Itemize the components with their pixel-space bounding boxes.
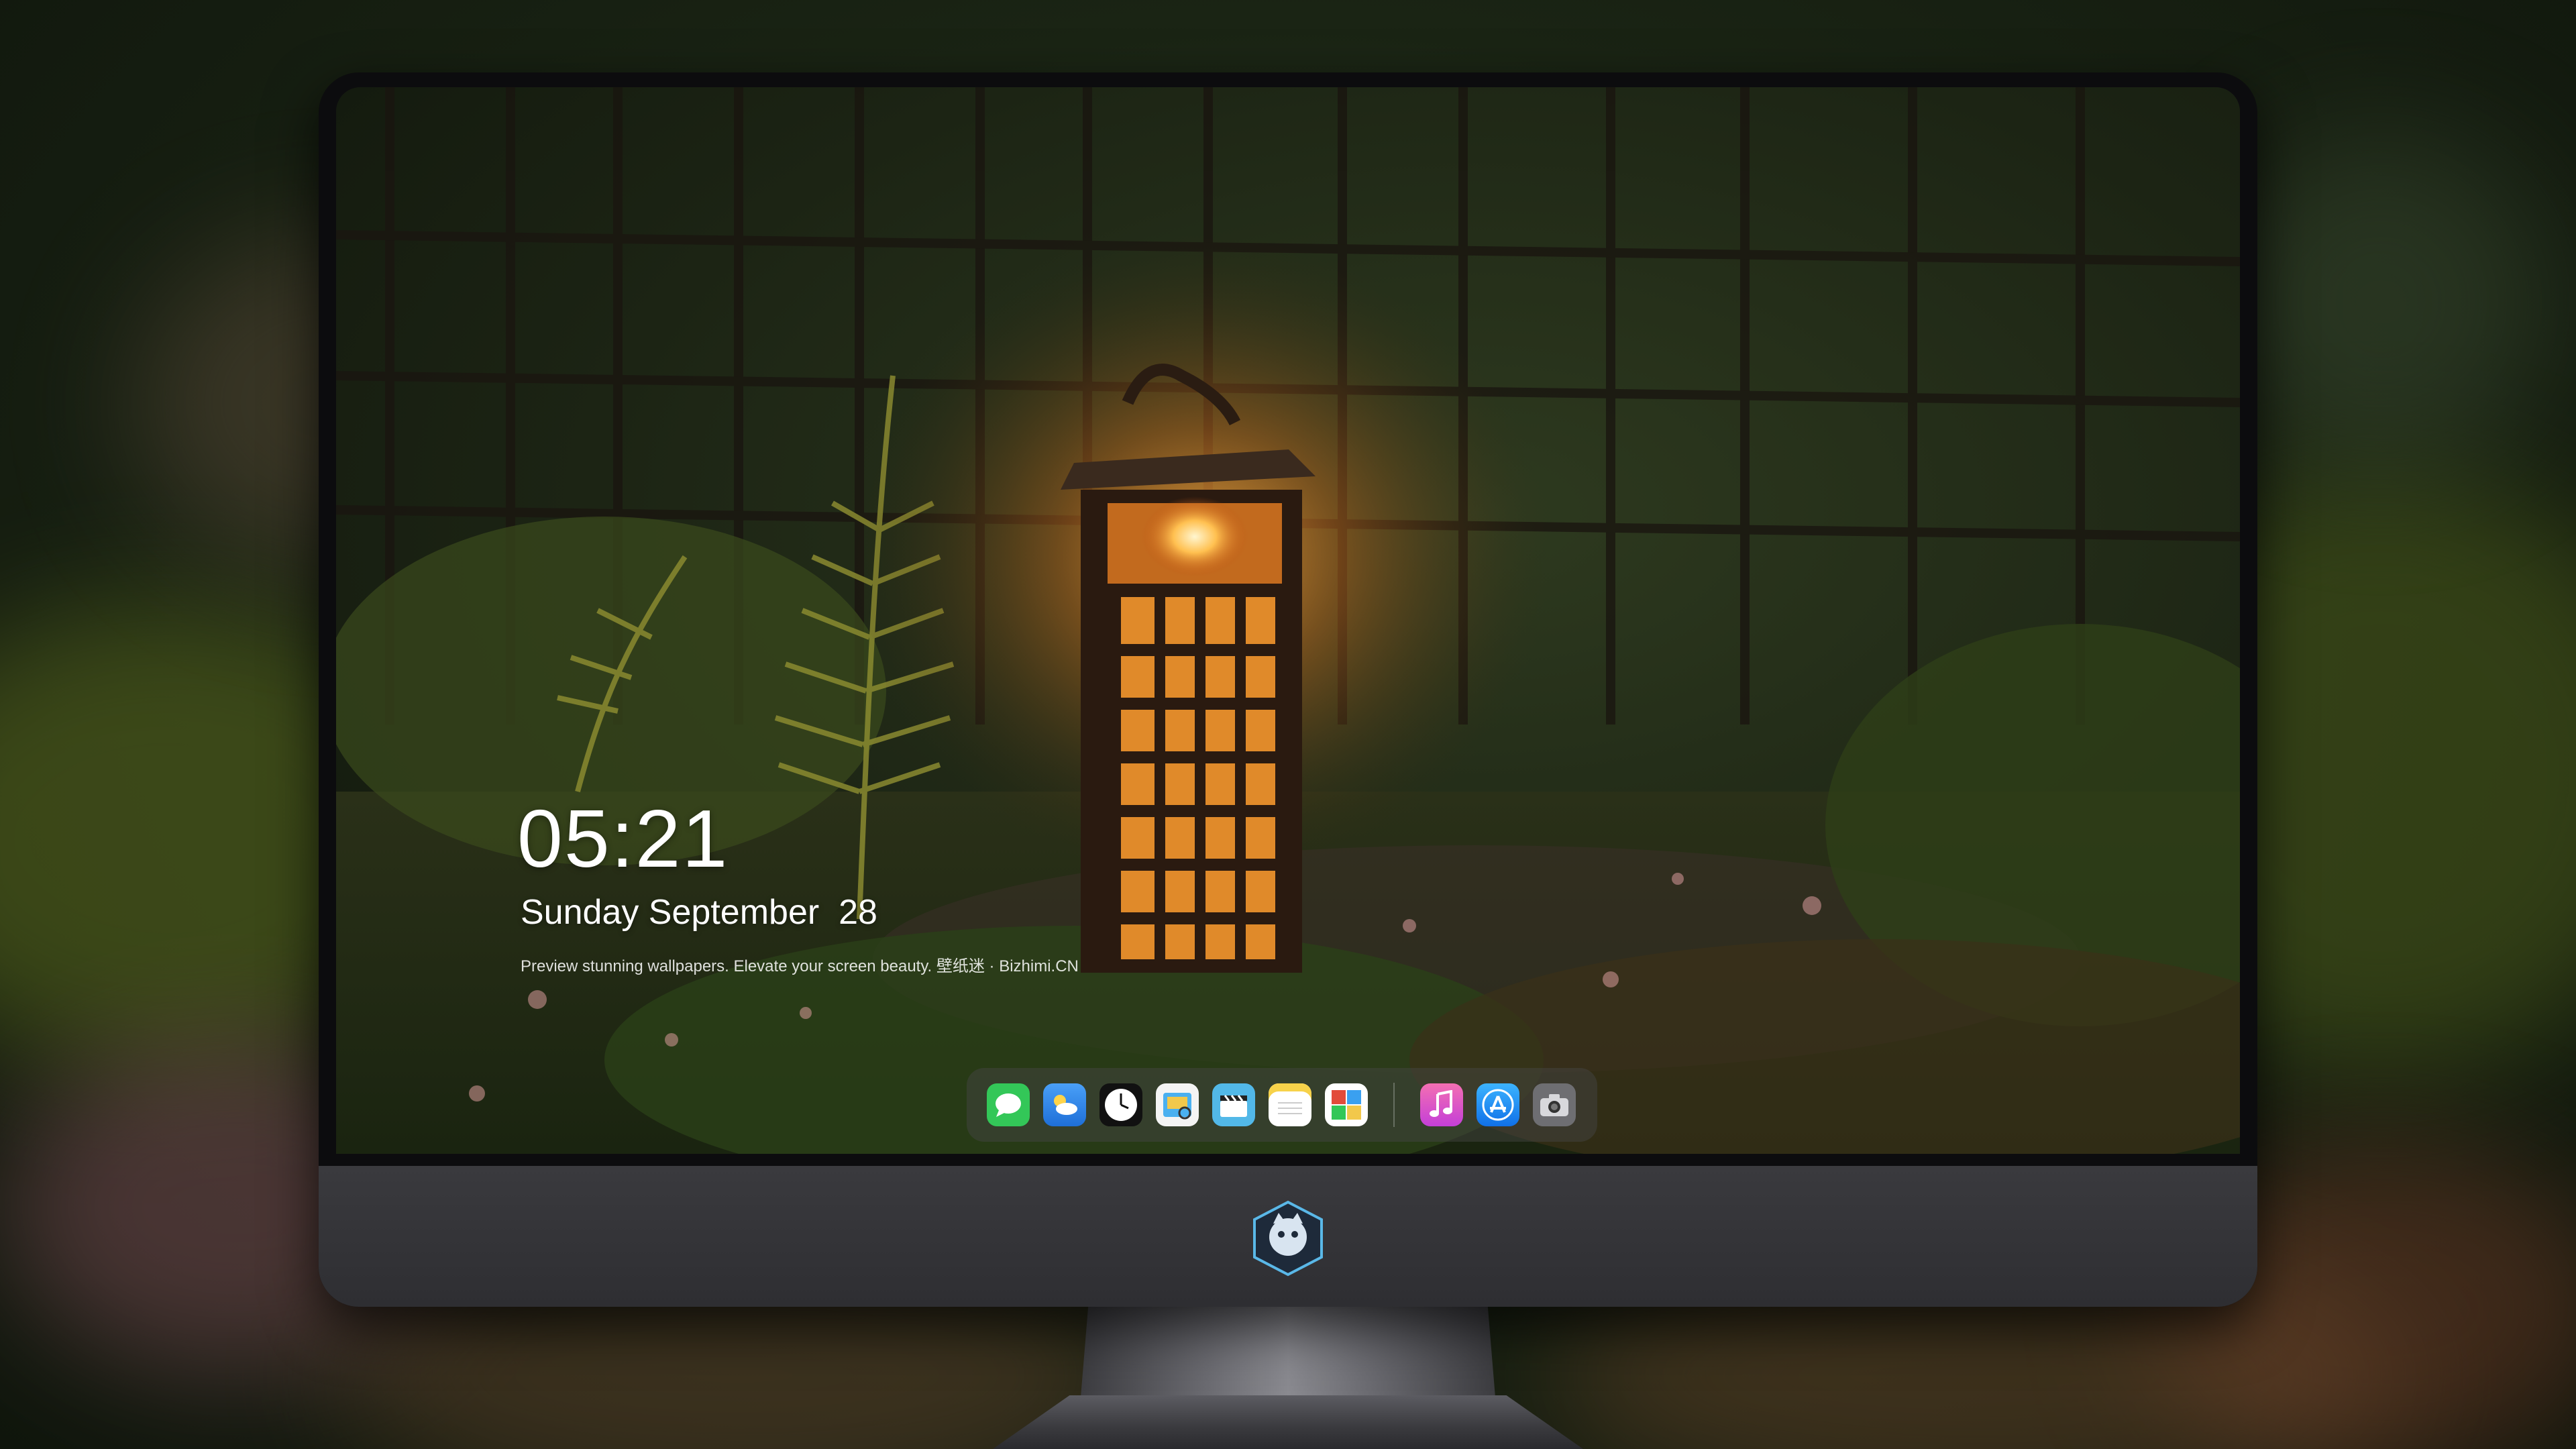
weather-icon[interactable] bbox=[1043, 1083, 1086, 1126]
camera-icon[interactable] bbox=[1533, 1083, 1576, 1126]
clapperboard-icon[interactable] bbox=[1212, 1083, 1255, 1126]
notes-icon[interactable] bbox=[1269, 1083, 1311, 1126]
app-store-icon[interactable] bbox=[1477, 1083, 1519, 1126]
dock bbox=[967, 1068, 1597, 1142]
dock-separator bbox=[1393, 1083, 1395, 1127]
lock-screen-tagline: Preview stunning wallpapers. Elevate you… bbox=[521, 957, 1079, 975]
monitor-stand-base bbox=[993, 1395, 1583, 1449]
lock-screen-time: 05:21 bbox=[517, 793, 729, 884]
lock-screen-date: Sunday September 28 bbox=[521, 893, 877, 932]
monitor-stand-neck bbox=[1080, 1305, 1496, 1405]
messages-icon[interactable] bbox=[987, 1083, 1030, 1126]
monitor: 05:21 Sunday September 28 Preview stunni… bbox=[319, 72, 2257, 1307]
wallpaper bbox=[336, 87, 2240, 1154]
preview-icon[interactable] bbox=[1156, 1083, 1199, 1126]
lock-screen[interactable]: 05:21 Sunday September 28 Preview stunni… bbox=[336, 87, 2240, 1154]
music-icon[interactable] bbox=[1420, 1083, 1463, 1126]
photos-icon[interactable] bbox=[1325, 1083, 1368, 1126]
monitor-logo bbox=[1253, 1200, 1323, 1277]
clock-icon[interactable] bbox=[1099, 1083, 1142, 1126]
